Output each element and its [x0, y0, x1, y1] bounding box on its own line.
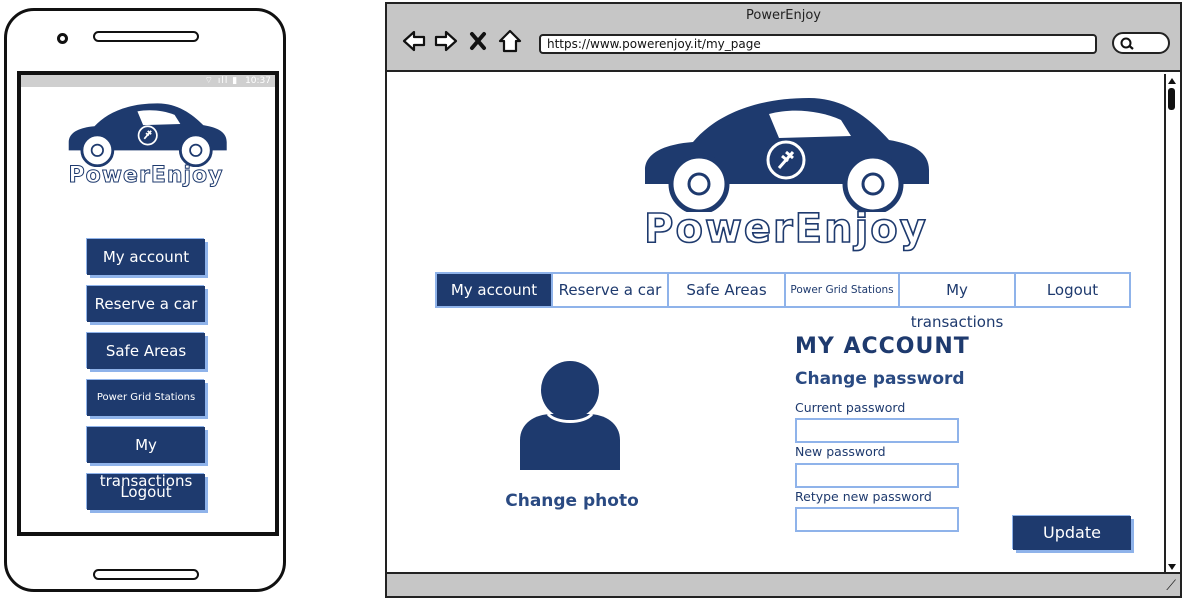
phone-reserve-car-button[interactable]: Reserve a car: [87, 286, 205, 322]
site-logo: PowerEnjoy: [641, 92, 931, 253]
scroll-thumb[interactable]: [1168, 88, 1175, 110]
change-photo-link[interactable]: Change photo: [487, 491, 657, 511]
phone-logo: PowerEnjoy: [61, 97, 231, 189]
search-button[interactable]: [1112, 32, 1170, 54]
update-button[interactable]: Update: [1013, 516, 1131, 550]
search-icon: [1120, 37, 1134, 50]
speaker-grille: [93, 31, 199, 42]
phone-safe-areas-button[interactable]: Safe Areas: [87, 333, 205, 369]
tab-my-account[interactable]: My account: [437, 274, 553, 306]
tab-power-grid[interactable]: Power Grid Stations: [786, 274, 900, 306]
resize-grip-icon[interactable]: ⟋: [1166, 578, 1176, 594]
home-icon[interactable]: [497, 28, 523, 54]
retype-password-field[interactable]: [795, 507, 959, 532]
browser-status-bar: ⟋: [387, 572, 1180, 596]
scroll-down-icon[interactable]: [1167, 562, 1177, 572]
new-password-label: New password: [795, 444, 886, 459]
phone-power-grid-button[interactable]: Power Grid Stations: [87, 380, 205, 416]
tab-transactions[interactable]: My transactions: [900, 274, 1016, 331]
scroll-up-icon[interactable]: [1167, 76, 1177, 86]
new-password-field[interactable]: [795, 463, 959, 488]
tab-logout[interactable]: Logout: [1016, 274, 1129, 306]
window-title: PowerEnjoy: [745, 8, 822, 23]
phone-screen: ⌔ ıll ▮ 10:37 PowerEnjoy My account Rese…: [17, 71, 279, 536]
nav-icons: [401, 28, 523, 54]
tab-safe-areas[interactable]: Safe Areas: [669, 274, 786, 306]
main-nav: My account Reserve a car Safe Areas Powe…: [435, 272, 1131, 331]
camera-icon: [57, 33, 68, 44]
brand-wordmark: PowerEnjoy: [68, 163, 224, 189]
status-bar: ⌔ ıll ▮ 10:37: [21, 75, 275, 87]
vertical-scrollbar[interactable]: [1164, 74, 1178, 574]
signal-battery-icons: ⌔ ıll ▮: [204, 76, 239, 86]
retype-password-label: Retype new password: [795, 489, 932, 504]
car-logo-icon: [645, 98, 929, 212]
browser-window: PowerEnjoy https://www.powerenjoy.it/my_…: [385, 2, 1182, 598]
address-bar[interactable]: https://www.powerenjoy.it/my_page: [539, 34, 1097, 54]
current-password-field[interactable]: [795, 418, 959, 443]
page-title: MY ACCOUNT: [795, 334, 970, 359]
browser-toolbar: PowerEnjoy https://www.powerenjoy.it/my_…: [387, 4, 1180, 72]
phone-frame: ⌔ ıll ▮ 10:37 PowerEnjoy My account Rese…: [4, 8, 286, 592]
tab-reserve-car[interactable]: Reserve a car: [553, 274, 669, 306]
phone-transactions-button[interactable]: My transactions: [87, 427, 205, 490]
car-logo-icon: [68, 103, 227, 167]
current-password-label: Current password: [795, 400, 906, 415]
phone-menu: My account Reserve a car Safe Areas Powe…: [87, 239, 209, 521]
phone-my-account-button[interactable]: My account: [87, 239, 205, 275]
home-button[interactable]: [93, 569, 199, 580]
back-icon[interactable]: [401, 28, 427, 54]
stop-icon[interactable]: [465, 28, 491, 54]
status-time: 10:37: [245, 76, 271, 86]
brand-wordmark: PowerEnjoy: [643, 205, 928, 253]
forward-icon[interactable]: [433, 28, 459, 54]
user-avatar-icon[interactable]: [518, 360, 622, 476]
section-heading: Change password: [795, 369, 965, 389]
